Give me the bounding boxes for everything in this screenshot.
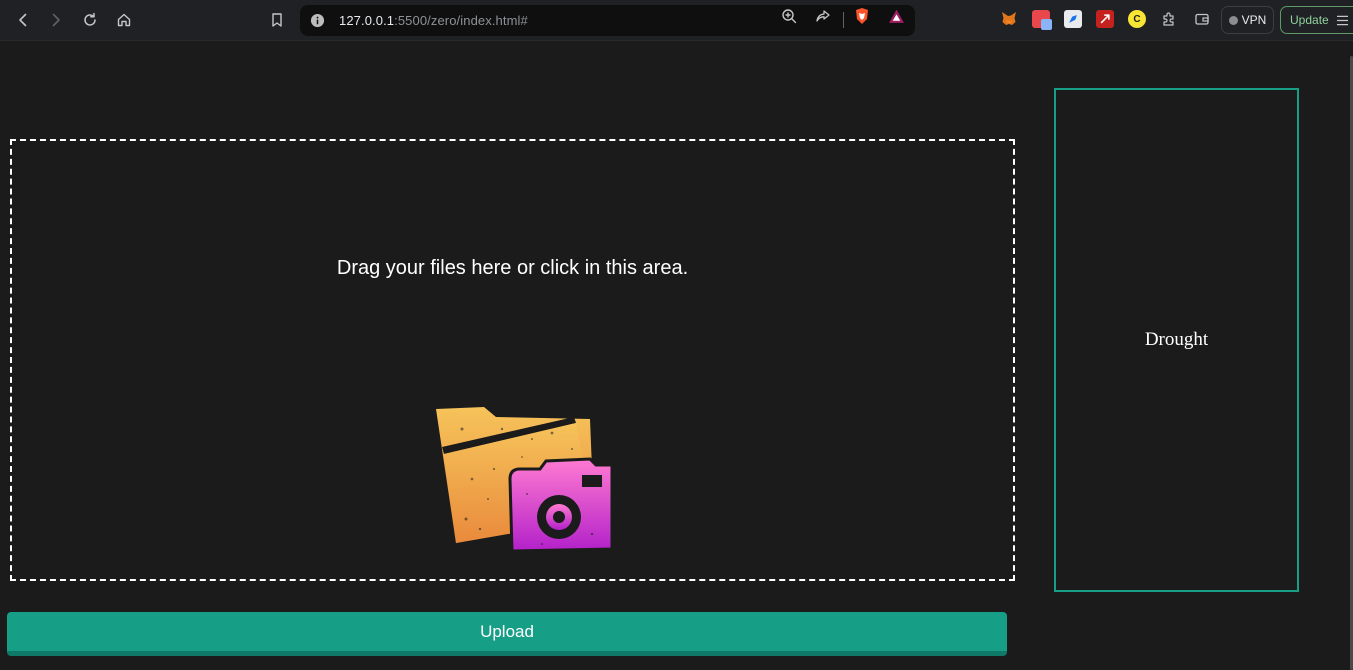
back-icon[interactable] — [9, 6, 37, 34]
menu-icon[interactable] — [1336, 15, 1349, 26]
url-path: :5500/zero/index.html# — [394, 13, 528, 28]
prediction-result-box: Drought — [1054, 88, 1299, 592]
reload-icon[interactable] — [76, 6, 104, 34]
upload-button[interactable]: Upload — [7, 612, 1007, 656]
site-info-icon[interactable] — [310, 13, 325, 28]
brave-rewards-icon[interactable] — [887, 7, 905, 25]
url-host: 127.0.0.1 — [339, 13, 395, 28]
extension-icon[interactable] — [1032, 10, 1052, 30]
zoom-icon[interactable] — [780, 7, 798, 25]
extensions-puzzle-icon[interactable] — [1160, 10, 1178, 28]
extension-icon[interactable] — [1064, 10, 1082, 28]
vpn-label: VPN — [1241, 13, 1267, 27]
vpn-status-icon — [1228, 15, 1238, 25]
prediction-result-label: Drought — [1144, 329, 1209, 350]
metamask-extension-icon[interactable] — [1000, 10, 1018, 28]
file-dropzone[interactable]: Drag your files here or click in this ar… — [10, 139, 1015, 581]
dropzone-instruction: Drag your files here or click in this ar… — [336, 257, 689, 279]
url-text[interactable]: 127.0.0.1:5500/zero/index.html# — [339, 13, 528, 28]
folder-camera-icon — [436, 407, 614, 553]
extension-icon[interactable] — [1096, 10, 1114, 28]
toolbar-divider — [843, 12, 844, 28]
update-label: Update — [1290, 13, 1329, 27]
update-button[interactable]: Update — [1280, 6, 1353, 34]
coin-extension-icon[interactable]: C — [1128, 10, 1146, 28]
share-icon[interactable] — [814, 7, 832, 25]
bookmark-icon[interactable] — [263, 6, 291, 34]
forward-icon[interactable] — [42, 6, 70, 34]
vpn-button[interactable]: VPN — [1221, 6, 1274, 34]
brave-shields-icon[interactable] — [853, 7, 871, 25]
wallet-icon[interactable] — [1193, 10, 1211, 28]
browser-toolbar: 127.0.0.1:5500/zero/index.html# C VPN Up… — [0, 0, 1353, 41]
home-icon[interactable] — [110, 6, 138, 34]
